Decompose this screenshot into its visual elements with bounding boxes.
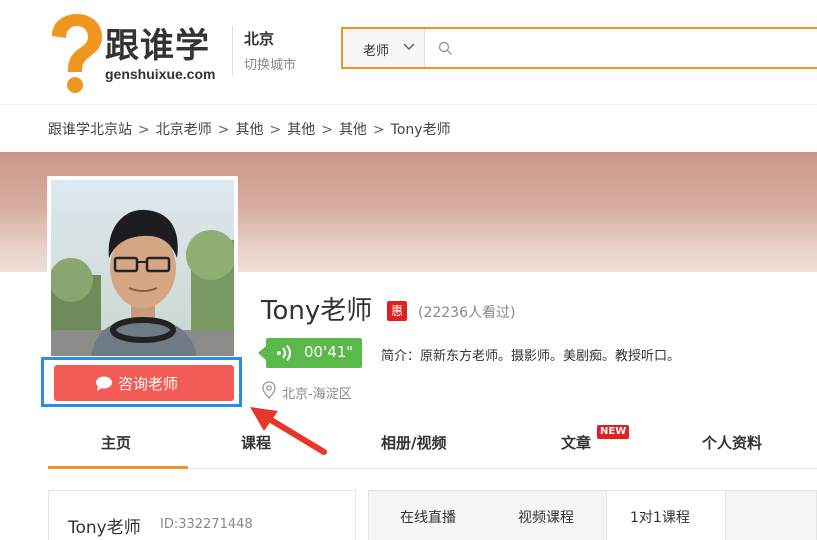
audio-duration: 00'41" [304, 343, 354, 361]
current-city: 北京 [244, 30, 275, 48]
view-count: (22236人看过) [418, 305, 516, 321]
subtab-video-label: 视频课程 [518, 510, 574, 526]
logo-domain: genshuixue.com [105, 66, 216, 82]
breadcrumb-item[interactable]: 其他 [287, 122, 315, 138]
active-tab-indicator [48, 466, 188, 469]
subtab-live[interactable]: 在线直播 [369, 491, 488, 540]
search-bar: 老师 [341, 27, 817, 69]
course-type-tabs: 在线直播 视频课程 1对1课程 [368, 490, 817, 540]
breadcrumb-separator: > [217, 122, 230, 138]
info-card-name: Tony老师 [68, 518, 141, 538]
subtab-one-on-one[interactable]: 1对1课程 [606, 491, 726, 540]
breadcrumb: 跟谁学北京站 > 北京老师 > 其他 > 其他 > 其他 > Tony老师 [48, 119, 451, 139]
new-badge: NEW [597, 425, 630, 439]
breadcrumb-item[interactable]: 其他 [339, 122, 367, 138]
search-icon [438, 41, 452, 55]
chevron-down-icon [403, 43, 415, 51]
tab-home[interactable]: 主页 [101, 432, 131, 453]
breadcrumb-item[interactable]: 北京老师 [156, 122, 212, 138]
logo-divider [232, 26, 233, 76]
location-pin-icon [262, 381, 276, 399]
audio-wave-icon [277, 345, 291, 361]
subtab-video-courses[interactable]: 视频课程 [488, 491, 606, 540]
breadcrumb-item[interactable]: 跟谁学北京站 [48, 122, 132, 138]
breadcrumb-separator: > [269, 122, 282, 138]
subtab-live-label: 在线直播 [400, 510, 456, 526]
teacher-id: ID:332271448 [160, 517, 253, 532]
logo-question-mark-icon[interactable] [46, 14, 104, 94]
tab-profile[interactable]: 个人资料 [702, 432, 762, 453]
header-divider [0, 104, 817, 105]
discount-badge: 惠 [387, 301, 407, 321]
breadcrumb-item[interactable]: 其他 [235, 122, 263, 138]
teacher-intro: 简介：原新东方老师。摄影师。美剧痴。教授听口。 [381, 349, 681, 364]
search-category-select[interactable]: 老师 [343, 29, 425, 67]
audio-intro-button[interactable]: 00'41" [258, 338, 362, 368]
logo-text[interactable]: 跟谁学 [105, 18, 210, 67]
teacher-name: Tony老师 [261, 296, 373, 326]
breadcrumb-current: Tony老师 [390, 122, 451, 138]
highlight-annotation-box [41, 357, 242, 407]
tab-album-video[interactable]: 相册/视频 [381, 432, 446, 453]
breadcrumb-separator: > [321, 122, 333, 138]
switch-city-link[interactable]: 切换城市 [244, 54, 296, 73]
annotation-arrow-icon [250, 407, 327, 455]
search-category-label: 老师 [363, 44, 390, 59]
breadcrumb-separator: > [372, 122, 385, 138]
subtab-one-on-one-label: 1对1课程 [630, 510, 690, 526]
search-input[interactable] [461, 33, 811, 63]
teacher-avatar[interactable] [51, 180, 234, 356]
teacher-location: 北京-海淀区 [282, 387, 352, 402]
teacher-info-card: Tony老师 ID:332271448 [48, 490, 356, 540]
site-header: 跟谁学 genshuixue.com 北京 切换城市 老师 [0, 0, 817, 104]
tab-articles[interactable]: 文章 [561, 432, 591, 453]
breadcrumb-separator: > [138, 122, 150, 138]
